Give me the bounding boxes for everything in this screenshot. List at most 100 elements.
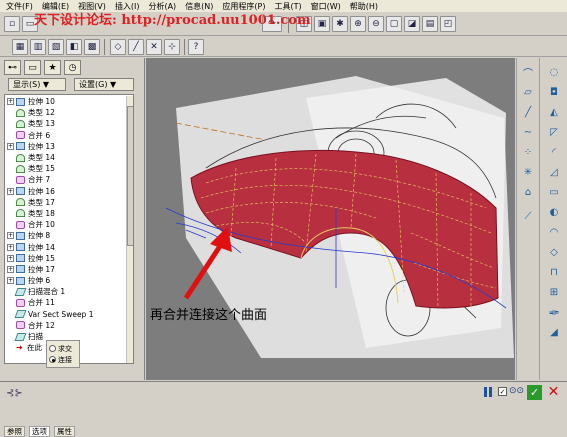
context-help-icon[interactable]: ? [188, 39, 204, 55]
tree-row[interactable]: 类型 17 [7, 197, 133, 208]
analysis-icon[interactable]: ⌂ [519, 184, 537, 201]
expand-toggle-icon[interactable]: + [7, 254, 14, 262]
tree-row[interactable]: 类型 18 [7, 208, 133, 219]
expand-toggle-icon[interactable]: + [7, 232, 14, 240]
enhanced-shading-icon[interactable]: ▩ [84, 39, 100, 55]
draft-icon[interactable]: ◸ [545, 124, 563, 141]
zoom-out-icon[interactable]: ⊖ [368, 16, 384, 32]
menu-window[interactable]: 窗口(W) [311, 1, 341, 12]
expand-toggle-icon[interactable]: + [7, 277, 14, 285]
tree-row[interactable]: 类型 14 [7, 152, 133, 163]
tree-row[interactable]: + 拉伸 8 [7, 230, 133, 241]
tree-row[interactable]: 合并 6 [7, 130, 133, 141]
tree-scrollbar[interactable] [126, 96, 133, 363]
tab-references[interactable]: 参照 [4, 425, 25, 437]
datum-point-icon[interactable]: ⁘ [519, 144, 537, 161]
tab-options[interactable]: 选项 [29, 425, 50, 437]
tree-item-label: 拉伸 16 [28, 186, 55, 196]
tree-row[interactable]: 类型 13 [7, 118, 133, 129]
sweep-tool-icon[interactable]: ◠ [545, 224, 563, 241]
coord-sys-icon[interactable]: ⊹ [164, 39, 180, 55]
rib-icon[interactable]: ◭ [545, 104, 563, 121]
folder-browser-tab-icon[interactable]: ▭ [24, 60, 41, 75]
tree-item-label: 扫描 [28, 332, 43, 342]
expand-toggle-icon[interactable]: + [7, 142, 14, 150]
scrollbar-thumb[interactable] [127, 106, 133, 246]
datum-plane-icon[interactable]: ▱ [519, 84, 537, 101]
favorites-tab-icon[interactable]: ★ [44, 60, 61, 75]
coord-system-icon[interactable]: ✳ [519, 164, 537, 181]
revolve-tool-icon[interactable]: ◐ [545, 204, 563, 221]
tree-row[interactable]: 合并 12 [7, 320, 133, 331]
shading-icon[interactable]: ◧ [66, 39, 82, 55]
expand-toggle-icon[interactable]: + [7, 265, 14, 273]
menu-help[interactable]: 帮助(H) [350, 1, 378, 12]
trim-icon[interactable]: ⟋ [519, 208, 537, 225]
tree-row[interactable]: 扫描混合 1 [7, 286, 133, 297]
tree-row[interactable]: + 拉伸 6 [7, 275, 133, 286]
tree-row[interactable]: + 拉伸 13 [7, 141, 133, 152]
boundary-icon [16, 164, 25, 173]
new-file-icon[interactable]: ▫ [4, 16, 20, 32]
wireframe-icon[interactable]: ▦ [12, 39, 28, 55]
tree-row[interactable]: Var Sect Sweep 1 [7, 309, 133, 320]
tree-row[interactable]: 类型 15 [7, 163, 133, 174]
pause-icon[interactable] [484, 387, 494, 399]
tree-row[interactable]: 合并 10 [7, 219, 133, 230]
glasses-icon[interactable]: ⊙⊙ [509, 386, 524, 396]
insert-here-icon: ➜ [16, 342, 23, 352]
mirror-tool-icon[interactable]: ⟚ [545, 304, 563, 321]
layers-icon[interactable]: ◰ [440, 16, 456, 32]
datum-planes-icon[interactable]: ◇ [110, 39, 126, 55]
tree-row[interactable]: 类型 12 [7, 107, 133, 118]
history-tab-icon[interactable]: ◷ [64, 60, 81, 75]
expand-toggle-icon[interactable]: + [7, 187, 14, 195]
tree-row[interactable]: 合并 7 [7, 174, 133, 185]
boundary-icon [16, 119, 25, 128]
tree-row[interactable]: 合并 11 [7, 297, 133, 308]
extrude-tool-icon[interactable]: ▭ [545, 184, 563, 201]
orient-icon[interactable]: ◪ [404, 16, 420, 32]
shell-icon[interactable]: ◘ [545, 84, 563, 101]
round-icon[interactable]: ◜ [545, 144, 563, 161]
datum-points-icon[interactable]: ✕ [146, 39, 162, 55]
pattern-tool-icon[interactable]: ⊞ [545, 284, 563, 301]
accept-check-icon[interactable]: ✓ [527, 385, 542, 400]
preview-checkbox[interactable]: ✓ [498, 387, 507, 396]
tree-row[interactable]: + 拉伸 15 [7, 253, 133, 264]
datum-curve-icon[interactable]: ⌒ [519, 64, 537, 81]
refit-icon[interactable]: ▢ [386, 16, 402, 32]
expand-toggle-icon[interactable]: + [7, 98, 14, 106]
merge-options-popup: 求交 连接 [46, 340, 80, 368]
datum-axes-icon[interactable]: ╱ [128, 39, 144, 55]
graphics-viewport[interactable] [146, 58, 515, 380]
menu-file[interactable]: 文件(F) [6, 1, 33, 12]
merge-icon [16, 298, 25, 307]
cancel-x-icon[interactable]: ✕ [546, 385, 561, 400]
tab-properties[interactable]: 属性 [54, 425, 75, 437]
settings-dropdown[interactable]: 设置(G) ▼ [74, 78, 134, 91]
tree-row[interactable]: + 拉伸 14 [7, 241, 133, 252]
radio-intersect[interactable]: 求交 [49, 343, 77, 354]
tree-row[interactable]: + 拉伸 16 [7, 186, 133, 197]
show-dropdown[interactable]: 显示(S) ▼ [8, 78, 66, 91]
offset-tool-icon[interactable]: ◢ [545, 324, 563, 341]
merge-tool-icon[interactable]: ⊓ [545, 264, 563, 281]
model-tree-tab-icon[interactable]: ⊷ [4, 60, 21, 75]
chamfer-icon[interactable]: ◿ [545, 164, 563, 181]
zoom-in-icon[interactable]: ⊕ [350, 16, 366, 32]
expand-toggle-icon[interactable]: + [7, 243, 14, 251]
blend-tool-icon[interactable]: ◇ [545, 244, 563, 261]
tree-row[interactable]: + 拉伸 17 [7, 264, 133, 275]
tree-row[interactable]: + 拉伸 10 [7, 96, 133, 107]
saved-views-icon[interactable]: ▤ [422, 16, 438, 32]
no-hidden-icon[interactable]: ▧ [48, 39, 64, 55]
datum-axis-icon[interactable]: ╱ [519, 104, 537, 121]
radio-join[interactable]: 连接 [49, 354, 77, 365]
repaint-icon[interactable]: ▣ [314, 16, 330, 32]
sketch-curve-icon[interactable]: ∼ [519, 124, 537, 141]
hidden-line-icon[interactable]: ▥ [30, 39, 46, 55]
hole-icon[interactable]: ◌ [545, 64, 563, 81]
spin-center-icon[interactable]: ✱ [332, 16, 348, 32]
annotation-text: 再合并连接这个曲面 [150, 308, 268, 323]
